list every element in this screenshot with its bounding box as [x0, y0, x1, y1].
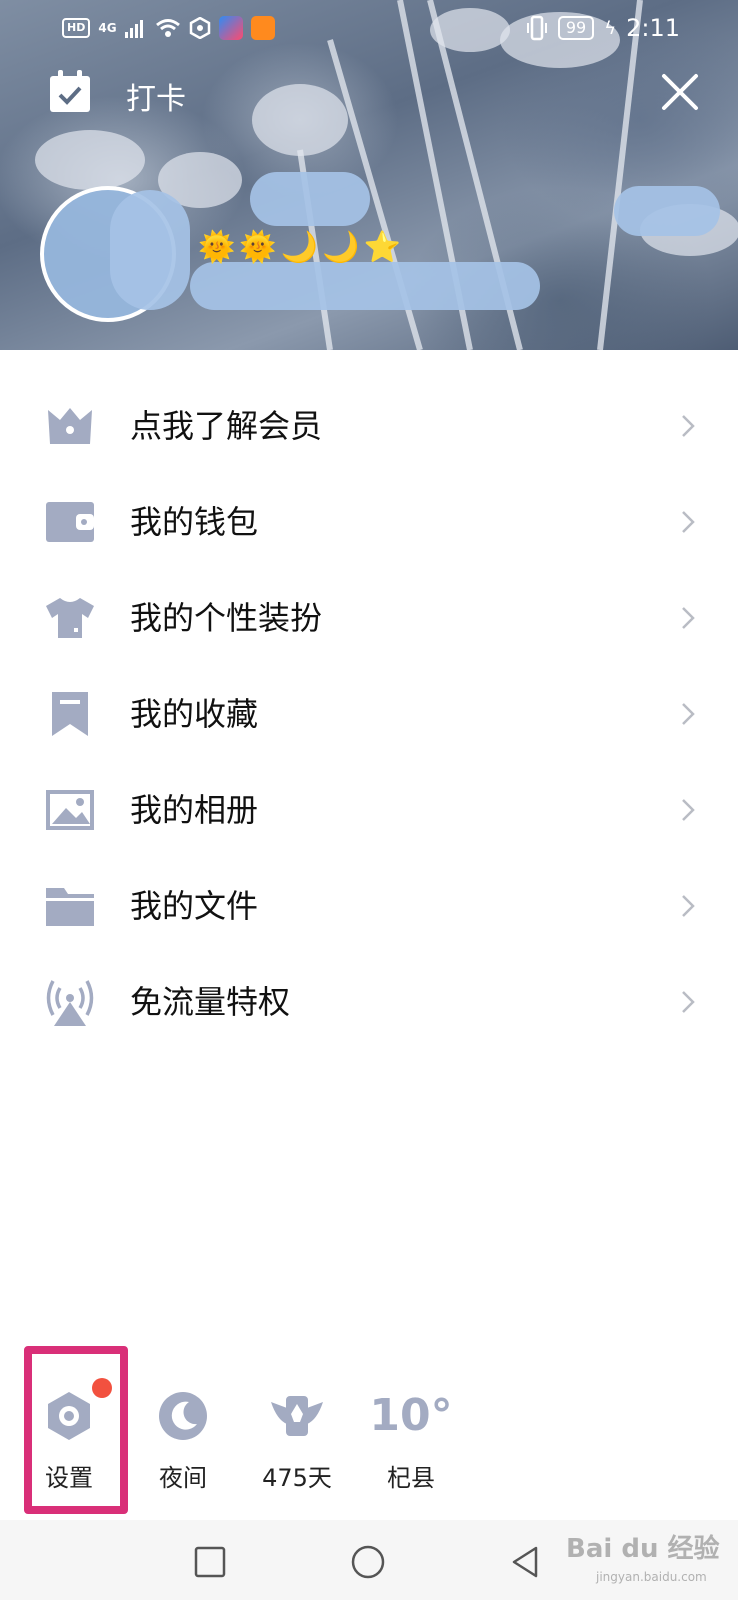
hd-indicator: HD	[62, 18, 91, 38]
level-badges: 🌞 🌞 🌙 🌙 ⭐	[198, 230, 401, 266]
back-icon[interactable]	[502, 1538, 550, 1586]
cell-signal-icon	[124, 20, 143, 38]
wallet-icon	[46, 502, 94, 542]
menu-item-free-data[interactable]: 免流量特权	[0, 954, 738, 1050]
days-button[interactable]: 475天	[242, 1340, 352, 1510]
weather-city: 杞县	[387, 1464, 435, 1492]
folder-icon	[46, 888, 94, 926]
charging-icon: ϟ	[604, 17, 617, 39]
watermark-url: jingyan.baidu.com	[596, 1570, 707, 1584]
chevron-right-icon	[682, 991, 695, 1013]
night-label: 夜间	[159, 1464, 207, 1492]
app-notification-icon	[218, 16, 243, 40]
chevron-right-icon	[682, 799, 695, 821]
menu-label: 我的收藏	[130, 695, 259, 733]
chevron-right-icon	[682, 895, 695, 917]
moon-level-icon: 🌙	[322, 230, 360, 265]
menu-item-album[interactable]: 我的相册	[0, 762, 738, 858]
bookmark-icon	[52, 692, 88, 736]
signal-tower-icon	[46, 980, 94, 1026]
drawer-topbar: 打卡	[0, 66, 738, 120]
vibrate-icon	[526, 15, 547, 41]
star-level-icon: ⭐	[363, 230, 401, 265]
days-label: 475天	[262, 1464, 332, 1492]
redacted-name	[250, 172, 370, 226]
menu-item-files[interactable]: 我的文件	[0, 858, 738, 954]
chevron-right-icon	[682, 703, 695, 725]
status-time: 2:11	[626, 14, 680, 42]
menu-item-favorites[interactable]: 我的收藏	[0, 666, 738, 762]
tshirt-icon	[46, 598, 94, 638]
menu-item-wallet[interactable]: 我的钱包	[0, 474, 738, 570]
recent-apps-icon[interactable]	[186, 1538, 234, 1586]
calendar-check-icon[interactable]	[48, 70, 92, 114]
home-icon[interactable]	[344, 1538, 392, 1586]
sun-level-icon: 🌞	[239, 230, 277, 265]
menu-item-dressup[interactable]: 我的个性装扮	[0, 570, 738, 666]
watermark-brand: Bai du 经验	[566, 1534, 720, 1564]
weather-button[interactable]: 10° 杞县	[356, 1340, 466, 1510]
moon-level-icon: 🌙	[280, 230, 319, 265]
redacted-signature	[190, 262, 540, 310]
menu-label: 我的相册	[130, 791, 259, 829]
night-mode-button[interactable]: 夜间	[128, 1340, 238, 1510]
battery-level: 99	[557, 16, 595, 40]
profile-banner: HD 4G 99 ϟ 2:11 打卡 🌞 🌞 🌙 🌙 ⭐	[0, 0, 738, 350]
sun-level-icon: 🌞	[198, 230, 236, 265]
chevron-right-icon	[682, 607, 695, 629]
close-icon[interactable]	[656, 68, 704, 116]
crown-icon	[48, 408, 92, 444]
menu-item-membership[interactable]: 点我了解会员	[0, 378, 738, 474]
chevron-right-icon	[682, 511, 695, 533]
checkin-label[interactable]: 打卡	[126, 74, 186, 118]
hexagon-status-icon	[189, 17, 210, 39]
redacted-overlay	[110, 190, 190, 310]
status-bar: HD 4G 99 ϟ 2:11	[0, 0, 738, 58]
redacted-corner	[614, 186, 720, 236]
settings-highlight-annotation	[24, 1346, 128, 1514]
menu-label: 我的个性装扮	[130, 599, 323, 637]
app-notification-icon	[250, 16, 275, 40]
chevron-right-icon	[682, 415, 695, 437]
winged-badge-icon	[271, 1396, 323, 1436]
drawer-menu: 点我了解会员 我的钱包 我的个性装扮 我的收藏 我的相册 我的文件 免流量特权	[0, 378, 738, 1050]
network-type: 4G	[98, 21, 117, 35]
menu-label: 我的钱包	[130, 503, 259, 541]
moon-icon	[159, 1392, 207, 1440]
menu-label: 点我了解会员	[130, 407, 323, 445]
weather-temperature: 10°	[369, 1390, 453, 1441]
wifi-icon	[155, 19, 180, 37]
menu-label: 我的文件	[130, 887, 259, 925]
menu-label: 免流量特权	[130, 983, 291, 1021]
photo-icon	[46, 790, 94, 830]
